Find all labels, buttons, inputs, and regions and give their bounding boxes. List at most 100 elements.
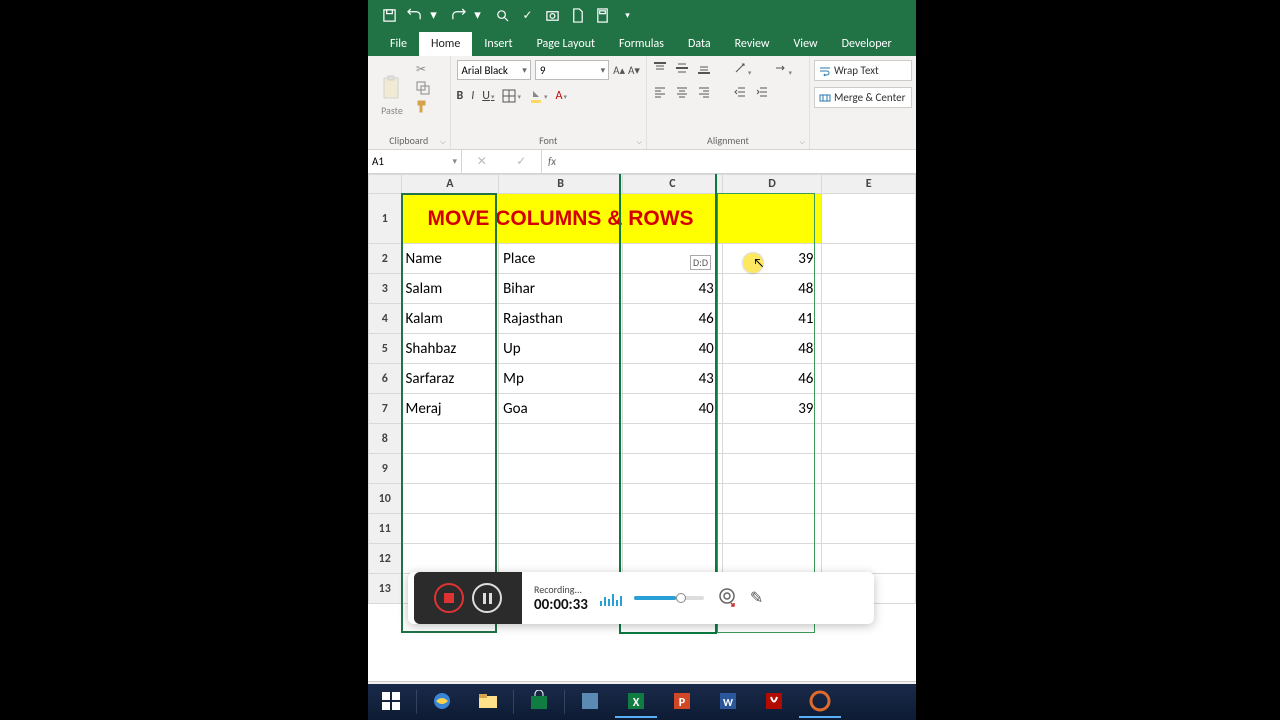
copy-icon[interactable] — [416, 81, 430, 95]
cell-B5[interactable]: Up — [499, 334, 623, 364]
taskbar-store-icon[interactable] — [518, 686, 560, 718]
italic-button[interactable]: I — [471, 89, 474, 103]
taskbar-excel-icon[interactable]: X — [615, 686, 657, 718]
taskbar-start-button[interactable] — [370, 686, 412, 718]
taskbar-file-explorer-icon[interactable] — [467, 686, 509, 718]
recorder-stop-button[interactable] — [434, 583, 464, 613]
cell-D4[interactable]: 41 — [722, 304, 822, 334]
format-painter-icon[interactable] — [416, 99, 430, 113]
tab-home[interactable]: Home — [419, 32, 472, 56]
cell-A2[interactable]: Name — [401, 244, 499, 274]
align-middle-icon[interactable] — [675, 61, 689, 80]
print-preview-icon[interactable] — [495, 8, 510, 23]
row-header-10[interactable]: 10 — [369, 484, 402, 514]
camera-icon[interactable] — [545, 8, 560, 23]
qat-customize-icon[interactable]: ▾ — [620, 8, 635, 23]
tab-insert[interactable]: Insert — [472, 32, 524, 56]
align-right-icon[interactable] — [697, 85, 711, 104]
cell-C5[interactable]: 40 — [623, 334, 723, 364]
select-all-corner[interactable] — [369, 175, 402, 194]
row-header-2[interactable]: 2 — [369, 244, 402, 274]
cut-icon[interactable]: ✂ — [416, 62, 430, 77]
font-name-select[interactable]: Arial Black — [457, 60, 531, 80]
row-header-8[interactable]: 8 — [369, 424, 402, 454]
cell-C3[interactable]: 43 — [623, 274, 723, 304]
taskbar-unknown-icon[interactable] — [569, 686, 611, 718]
redo-dropdown-icon[interactable]: ▾ — [470, 8, 485, 23]
align-left-icon[interactable] — [653, 85, 667, 104]
increase-font-icon[interactable]: A▴ — [613, 64, 625, 77]
calculator-icon[interactable] — [595, 8, 610, 23]
taskbar-powerpoint-icon[interactable]: P — [661, 686, 703, 718]
cell-B7[interactable]: Goa — [499, 394, 623, 424]
redo-icon[interactable] — [451, 8, 466, 23]
undo-icon[interactable] — [407, 8, 422, 23]
newfile-icon[interactable] — [570, 8, 585, 23]
cell-C4[interactable]: 46 — [623, 304, 723, 334]
merge-center-button[interactable]: Merge & Center — [814, 87, 912, 108]
fx-icon[interactable]: fx — [542, 150, 562, 173]
row-header-9[interactable]: 9 — [369, 454, 402, 484]
cell-C6[interactable]: 43 — [623, 364, 723, 394]
row-header-13[interactable]: 13 — [369, 574, 402, 604]
cell-B3[interactable]: Bihar — [499, 274, 623, 304]
col-header-E[interactable]: E — [822, 175, 916, 194]
row-header-5[interactable]: 5 — [369, 334, 402, 364]
taskbar-acrobat-icon[interactable] — [753, 686, 795, 718]
taskbar-word-icon[interactable]: W — [707, 686, 749, 718]
font-size-select[interactable]: 9 — [535, 60, 609, 80]
cell-B6[interactable]: Mp — [499, 364, 623, 394]
row-header-6[interactable]: 6 — [369, 364, 402, 394]
underline-button[interactable]: U▾ — [482, 89, 494, 103]
col-header-B[interactable]: B — [499, 175, 623, 194]
cell-A5[interactable]: Shahbaz — [401, 334, 499, 364]
cell-B4[interactable]: Rajasthan — [499, 304, 623, 334]
paste-button[interactable]: Paste — [372, 60, 412, 130]
cell-D2[interactable]: 39 — [722, 244, 822, 274]
border-button[interactable]: ▾ — [502, 89, 521, 103]
name-box[interactable]: A1 — [368, 150, 462, 173]
tab-review[interactable]: Review — [723, 32, 782, 56]
cell-D3[interactable]: 48 — [722, 274, 822, 304]
recorder-volume-slider[interactable] — [634, 596, 704, 600]
cell-B2[interactable]: Place — [499, 244, 623, 274]
ltr-icon[interactable]: ▾ — [773, 61, 792, 80]
cell-D5[interactable]: 48 — [722, 334, 822, 364]
increase-indent-icon[interactable] — [755, 85, 769, 104]
recorder-annotate-button[interactable]: ✎ — [750, 588, 763, 608]
row-header-11[interactable]: 11 — [369, 514, 402, 544]
row-header-3[interactable]: 3 — [369, 274, 402, 304]
row-header-12[interactable]: 12 — [369, 544, 402, 574]
recorder-pause-button[interactable] — [472, 583, 502, 613]
row-header-4[interactable]: 4 — [369, 304, 402, 334]
wrap-text-button[interactable]: Wrap Text — [814, 60, 912, 81]
formula-bar[interactable] — [562, 150, 916, 173]
tab-formulas[interactable]: Formulas — [607, 32, 676, 56]
tab-page-layout[interactable]: Page Layout — [525, 32, 607, 56]
tab-developer[interactable]: Developer — [830, 32, 904, 56]
cell-C7[interactable]: 40 — [623, 394, 723, 424]
spellcheck-icon[interactable]: ✓ — [520, 8, 535, 23]
row-header-1[interactable]: 1 — [369, 194, 402, 244]
decrease-font-icon[interactable]: A▾ — [628, 64, 640, 77]
cell-D7[interactable]: 39 — [722, 394, 822, 424]
col-header-C[interactable]: C — [623, 175, 723, 194]
align-bottom-icon[interactable] — [697, 61, 711, 80]
row-header-7[interactable]: 7 — [369, 394, 402, 424]
tab-data[interactable]: Data — [676, 32, 723, 56]
tab-view[interactable]: View — [782, 32, 830, 56]
bold-button[interactable]: B — [457, 89, 464, 103]
align-top-icon[interactable] — [653, 61, 667, 80]
col-header-A[interactable]: A — [401, 175, 499, 194]
recorder-webcam-button[interactable] — [716, 587, 738, 609]
cancel-formula-icon[interactable]: ✕ — [477, 154, 487, 169]
cell-A3[interactable]: Salam — [401, 274, 499, 304]
cell-A4[interactable]: Kalam — [401, 304, 499, 334]
tab-file[interactable]: File — [378, 32, 419, 56]
cell-D6[interactable]: 46 — [722, 364, 822, 394]
fill-color-button[interactable]: ▾ — [529, 89, 548, 103]
undo-dropdown-icon[interactable]: ▾ — [426, 8, 441, 23]
save-icon[interactable] — [382, 8, 397, 23]
align-center-icon[interactable] — [675, 85, 689, 104]
taskbar-recorder-icon[interactable] — [799, 686, 841, 718]
